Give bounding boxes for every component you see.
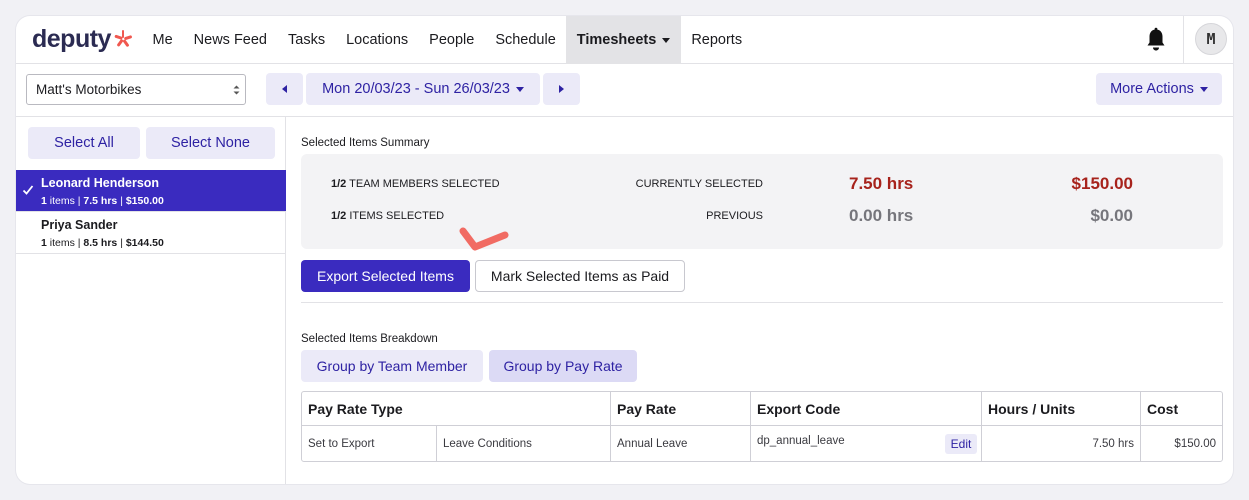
location-select[interactable]: Matt's Motorbikes <box>26 74 246 105</box>
nav-menu: Me News Feed Tasks Locations People Sche… <box>142 16 753 64</box>
team-member-name: Priya Sander <box>41 218 118 232</box>
check-icon <box>22 185 34 195</box>
team-member-list-panel: Select All Select None Leonard Henderson… <box>16 117 286 484</box>
previous-hours: 0.00 hrs <box>849 206 914 225</box>
header-hours-units: Hours / Units <box>982 392 1141 425</box>
cell-hours-units: 7.50 hrs <box>982 426 1141 461</box>
header-cost: Cost <box>1147 400 1179 417</box>
breakdown-table: Pay Rate Type Pay Rate Export Code Hours… <box>301 391 1223 462</box>
table-row: Set to Export Leave Conditions Annual Le… <box>302 426 1222 461</box>
items-selected: 1/2 ITEMS SELECTED <box>331 210 445 222</box>
caret-right-icon <box>559 85 564 93</box>
selected-items-summary: 1/2 TEAM MEMBERS SELECTED 1/2 ITEMS SELE… <box>301 154 1223 249</box>
breakdown-title: Selected Items Breakdown <box>301 333 438 345</box>
more-actions-button[interactable]: More Actions <box>1096 73 1222 105</box>
section-divider <box>301 302 1223 303</box>
select-all-button[interactable]: Select All <box>28 127 140 159</box>
top-navigation: deputy Me News Feed Tasks Locations Peop… <box>16 16 1233 64</box>
current-hours: 7.50 hrs <box>849 174 914 193</box>
group-by-team-member-tab[interactable]: Group by Team Member <box>301 350 483 382</box>
user-avatar[interactable]: M <box>1195 23 1227 55</box>
currently-selected-label: CURRENTLY SELECTED <box>635 178 763 190</box>
edit-export-code-button[interactable]: Edit <box>945 434 977 454</box>
bell-icon[interactable] <box>1144 27 1168 53</box>
header-export-code: Export Code <box>751 392 982 425</box>
cell-cost: $150.00 <box>1174 437 1216 450</box>
chevron-down-icon <box>1199 86 1208 92</box>
date-range-label: Mon 20/03/23 - Sun 26/03/23 <box>322 81 510 97</box>
select-none-button[interactable]: Select None <box>146 127 275 159</box>
team-member-summary: 1 items | 7.5 hrs | $150.00 <box>41 195 164 207</box>
tick-annotation-icon <box>459 227 509 251</box>
table-header-row: Pay Rate Type Pay Rate Export Code Hours… <box>302 392 1222 426</box>
nav-item-news-feed[interactable]: News Feed <box>183 16 277 64</box>
export-code-value: dp_annual_leave <box>757 435 845 447</box>
next-week-button[interactable] <box>543 73 580 105</box>
timesheet-toolbar: Matt's Motorbikes Mon 20/03/23 - Sun 26/… <box>16 64 1233 117</box>
team-member-row[interactable]: Priya Sander 1 items | 8.5 hrs | $144.50 <box>16 212 286 254</box>
group-by-pay-rate-tab[interactable]: Group by Pay Rate <box>489 350 637 382</box>
previous-week-button[interactable] <box>266 73 303 105</box>
team-member-summary: 1 items | 8.5 hrs | $144.50 <box>41 237 164 249</box>
nav-divider <box>1183 16 1184 64</box>
chevron-down-icon <box>515 86 524 92</box>
nav-item-people[interactable]: People <box>419 16 485 64</box>
cell-pay-rate: Annual Leave <box>611 426 751 461</box>
select-arrows-icon <box>233 85 240 95</box>
location-select-value: Matt's Motorbikes <box>36 82 142 97</box>
main-content: Selected Items Summary 1/2 TEAM MEMBERS … <box>301 117 1223 484</box>
previous-label: PREVIOUS <box>706 210 763 222</box>
logo-text: deputy <box>32 24 111 53</box>
cell-pay-rate-type: Leave Conditions <box>437 426 611 461</box>
app-window: deputy Me News Feed Tasks Locations Peop… <box>16 16 1233 484</box>
caret-left-icon <box>282 85 287 93</box>
team-member-row[interactable]: Leonard Henderson 1 items | 7.5 hrs | $1… <box>16 170 286 212</box>
deputy-logo[interactable]: deputy <box>32 24 133 54</box>
nav-item-me[interactable]: Me <box>142 16 183 64</box>
nav-item-timesheets[interactable]: Timesheets <box>566 16 681 64</box>
logo-mark-icon <box>114 30 133 48</box>
summary-title: Selected Items Summary <box>301 137 430 149</box>
mark-selected-as-paid-button[interactable]: Mark Selected Items as Paid <box>475 260 685 292</box>
cell-export-code: dp_annual_leave Edit <box>751 426 982 461</box>
date-range-picker[interactable]: Mon 20/03/23 - Sun 26/03/23 <box>306 73 540 105</box>
chevron-down-icon <box>662 37 671 43</box>
nav-item-schedule[interactable]: Schedule <box>485 16 566 64</box>
cell-set-to-export: Set to Export <box>302 426 437 461</box>
header-pay-rate: Pay Rate <box>611 392 751 425</box>
nav-item-locations[interactable]: Locations <box>336 16 419 64</box>
header-pay-rate-type: Pay Rate Type <box>302 392 611 425</box>
nav-item-reports[interactable]: Reports <box>681 16 753 64</box>
team-members-selected: 1/2 TEAM MEMBERS SELECTED <box>331 178 500 190</box>
team-member-name: Leonard Henderson <box>41 176 160 190</box>
current-amount: $150.00 <box>1071 174 1133 193</box>
nav-item-tasks[interactable]: Tasks <box>278 16 336 64</box>
previous-amount: $0.00 <box>1090 206 1133 225</box>
export-selected-items-button[interactable]: Export Selected Items <box>301 260 470 292</box>
